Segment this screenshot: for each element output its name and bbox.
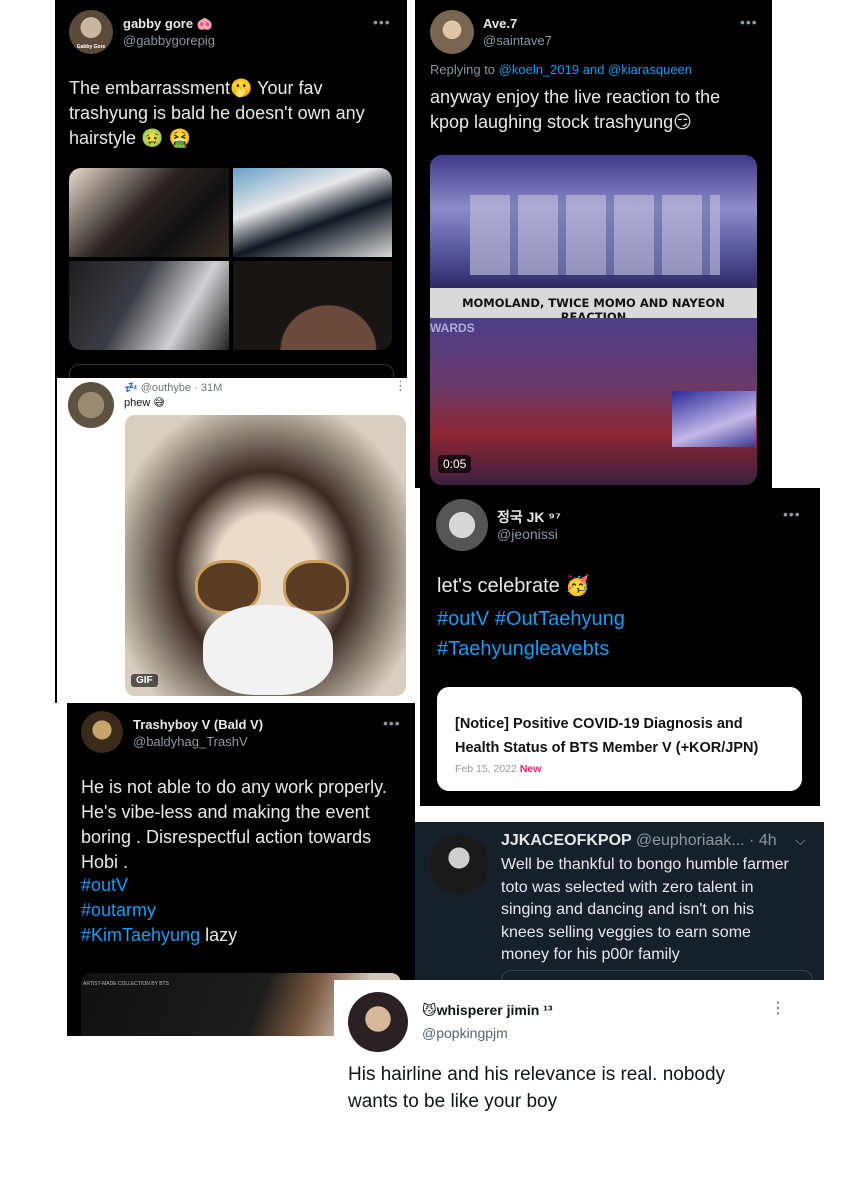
display-name: JJKACEOFKPOP @euphoriaak... · 4h	[501, 832, 777, 850]
handle-line[interactable]: 💤 @outhybe · 31M	[124, 381, 222, 394]
hashtag-line-2[interactable]: #Taehyungleavebts	[437, 638, 609, 661]
link-card-meta: Feb 15, 2022 New	[455, 763, 541, 775]
tweet-text: let's celebrate 🥳	[437, 575, 591, 597]
video-timestamp: 0:05	[438, 455, 472, 473]
gif-badge: GIF	[131, 674, 158, 687]
stage-blocks	[470, 195, 720, 275]
more-vertical-icon[interactable]: ⋮	[770, 998, 787, 1018]
handle[interactable]: @baldyhag_TrashV	[133, 734, 248, 749]
video-inset	[672, 391, 756, 447]
display-name[interactable]: gabby gore 🐽	[123, 16, 213, 32]
tweet-text: Well be thankful to bongo humble farmer …	[501, 856, 789, 963]
avatar[interactable]: Gabby Gore	[69, 10, 113, 54]
mask	[203, 605, 333, 695]
more-icon[interactable]: •••	[373, 14, 391, 30]
replying-users-link[interactable]: @koeln_2019 and @kiarasqueen	[499, 62, 692, 77]
card-border	[69, 364, 394, 378]
video-player[interactable]: MOMOLAND, TWICE MOMO AND NAYEON REACTION…	[430, 155, 757, 485]
tweet-ave: Ave.7 @saintave7 ••• Replying to @koeln_…	[415, 0, 772, 488]
hashtag-line-last: #KimTaehyung lazy	[81, 925, 237, 946]
avatar-caption: Gabby Gore	[76, 44, 106, 50]
sunglasses-lens-right	[283, 560, 349, 614]
card-border	[501, 970, 813, 980]
photo-3[interactable]	[69, 261, 229, 350]
tweet-jjk: JJKACEOFKPOP @euphoriaak... · 4h ⌵ Well …	[415, 822, 824, 980]
link-card-title[interactable]: [Notice] Positive COVID-19 Diagnosis and…	[455, 712, 775, 760]
avatar[interactable]	[68, 382, 114, 428]
display-name[interactable]: 정국 JK ⁹⁷	[497, 507, 561, 527]
video-caption-bar: MOMOLAND, TWICE MOMO AND NAYEON REACTION	[430, 288, 757, 324]
photo-2[interactable]	[233, 168, 392, 257]
replying-prefix: Replying to	[430, 62, 499, 77]
avatar[interactable]	[430, 10, 474, 54]
avatar[interactable]	[81, 711, 123, 753]
handle[interactable]: @euphoriaak...	[636, 832, 745, 849]
avatar[interactable]	[429, 834, 489, 894]
video-overlay-text: WARDS	[430, 321, 475, 335]
display-name[interactable]: 😼whisperer jimin ¹³	[422, 1002, 553, 1019]
more-icon[interactable]: •••	[783, 506, 801, 522]
timestamp[interactable]: · 4h	[745, 832, 777, 849]
photo-4[interactable]	[233, 261, 392, 350]
hashtag-suffix: lazy	[200, 925, 238, 945]
avatar[interactable]	[436, 499, 488, 551]
link-card-date: Feb 15, 2022	[455, 763, 517, 775]
display-name-text[interactable]: JJKACEOFKPOP	[501, 832, 631, 849]
new-badge: New	[519, 763, 542, 775]
hashtag-line-1[interactable]: #outV #OutTaehyung	[437, 608, 625, 631]
photo-1[interactable]	[69, 168, 229, 257]
link-card[interactable]: [Notice] Positive COVID-19 Diagnosis and…	[437, 687, 802, 791]
media-grid[interactable]	[69, 168, 392, 350]
hashtag-outarmy[interactable]: #outarmy	[81, 900, 156, 921]
display-name[interactable]: Trashyboy V (Bald V)	[133, 717, 263, 732]
tweet-text: anyway enjoy the live reaction to the kp…	[430, 87, 721, 132]
handle[interactable]: @saintave7	[483, 33, 552, 48]
tweet-jk: 정국 JK ⁹⁷ @jeonissi ••• let's celebrate 🥳…	[420, 488, 820, 806]
tweet-text: The embarrassment🫢 Your fav trashyung is…	[69, 78, 365, 148]
hashtag-outV[interactable]: #outV	[81, 875, 128, 896]
media-caption: ARTIST-MADE COLLECTION BY BTS	[83, 981, 169, 987]
tweet-whisperer: 😼whisperer jimin ¹³ @popkingpjm ⋮ His ha…	[334, 980, 804, 1120]
tweet-text: His hairline and his relevance is real. …	[348, 1064, 726, 1112]
hashtag-kimtaehyung[interactable]: #KimTaehyung	[81, 925, 200, 945]
tweet-text: He is not able to do any work properly. …	[81, 777, 387, 872]
more-vertical-icon[interactable]: ⋮	[394, 378, 408, 394]
more-icon[interactable]: •••	[740, 14, 758, 30]
tweet-gabby: Gabby Gore gabby gore 🐽 @gabbygorepig ••…	[55, 0, 407, 378]
tweet-outhybe: 💤 @outhybe · 31M ⋮ phew 😅 GIF	[55, 378, 415, 703]
replying-to: Replying to @koeln_2019 and @kiarasqueen	[430, 62, 692, 77]
handle[interactable]: @jeonissi	[497, 526, 558, 542]
handle[interactable]: @gabbygorepig	[123, 33, 215, 48]
chevron-down-icon[interactable]: ⌵	[795, 832, 806, 849]
tweet-text: phew 😅	[124, 397, 165, 409]
more-icon[interactable]: •••	[383, 715, 401, 731]
gif-media[interactable]: GIF	[125, 415, 406, 696]
handle[interactable]: @popkingpjm	[422, 1025, 508, 1041]
display-name[interactable]: Ave.7	[483, 16, 517, 31]
avatar[interactable]	[348, 992, 408, 1052]
